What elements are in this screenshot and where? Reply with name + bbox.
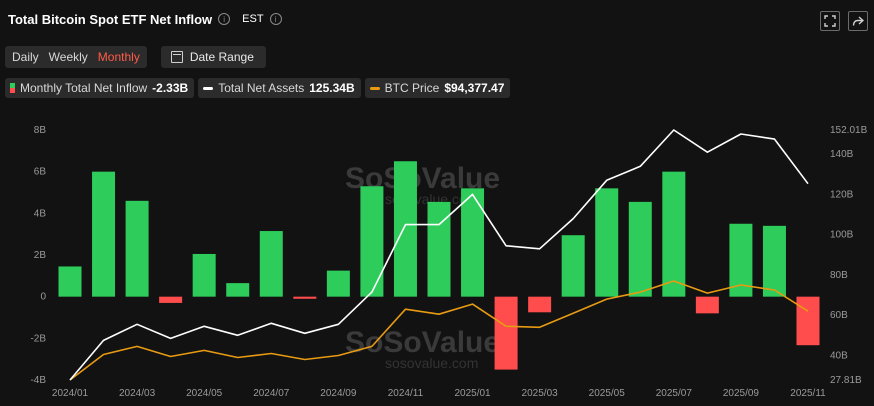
inflow-bar bbox=[762, 225, 786, 297]
line-swatch-icon bbox=[369, 86, 380, 90]
inflow-bar bbox=[796, 296, 820, 346]
right-axis: 152.01B 140B 120B 100B 80B 60B 40B 27.81B bbox=[830, 125, 868, 386]
legend-item-total-net-assets[interactable]: Total Net Assets 125.34B bbox=[198, 78, 361, 98]
top-toolbar bbox=[820, 11, 868, 31]
info-icon[interactable]: i bbox=[218, 13, 231, 25]
timezone-label: EST bbox=[242, 13, 264, 25]
left-axis-tick-label: 4B bbox=[34, 208, 47, 219]
legend-label: Total Net Assets bbox=[218, 81, 305, 95]
watermark-url: sosovalue.com bbox=[385, 355, 478, 371]
inflow-bar bbox=[528, 296, 552, 313]
inflow-bar bbox=[326, 270, 350, 297]
legend-item-net-inflow[interactable]: Monthly Total Net Inflow -2.33B bbox=[5, 78, 195, 98]
left-axis-tick-label: 0 bbox=[40, 292, 46, 303]
date-range-button[interactable]: Date Range bbox=[160, 46, 266, 68]
inflow-bar bbox=[360, 186, 384, 297]
interval-tabs: Daily Weekly Monthly bbox=[5, 46, 147, 68]
x-axis: 2024/01 2024/03 2024/05 2024/07 2024/09 2024/… bbox=[52, 388, 826, 399]
tab-monthly[interactable]: Monthly bbox=[93, 50, 145, 64]
right-axis-tick-label: 40B bbox=[830, 350, 848, 361]
x-axis-tick-label: 2024/03 bbox=[119, 388, 156, 399]
chart-header: Total Bitcoin Spot ETF Net Inflow i EST … bbox=[8, 9, 282, 29]
calendar-icon bbox=[170, 51, 183, 63]
inflow-bar bbox=[192, 253, 216, 297]
inflow-bar bbox=[427, 201, 451, 297]
x-axis-tick-label: 2024/07 bbox=[253, 388, 290, 399]
chart-title: Total Bitcoin Spot ETF Net Inflow bbox=[8, 11, 213, 27]
fullscreen-icon[interactable] bbox=[820, 11, 840, 31]
x-axis-tick-label: 2024/09 bbox=[320, 388, 357, 399]
right-axis-tick-label: 140B bbox=[830, 149, 854, 160]
right-axis-tick-label: 60B bbox=[830, 310, 848, 321]
inflow-bar bbox=[662, 171, 686, 297]
inflow-bar bbox=[125, 200, 149, 297]
legend-label: BTC Price bbox=[384, 81, 440, 95]
x-axis-tick-label: 2025/05 bbox=[589, 388, 626, 399]
inflow-bar bbox=[159, 296, 183, 303]
share-icon[interactable] bbox=[848, 11, 868, 31]
legend-item-btc-price[interactable]: BTC Price $94,377.47 bbox=[364, 78, 511, 98]
x-axis-tick-label: 2024/05 bbox=[186, 388, 223, 399]
x-axis-tick-label: 2025/11 bbox=[790, 388, 826, 399]
inflow-bar bbox=[628, 201, 652, 297]
left-axis-tick-label: -2B bbox=[30, 333, 46, 344]
left-axis-tick-label: 8B bbox=[34, 125, 47, 136]
x-axis-tick-label: 2024/11 bbox=[388, 388, 424, 399]
x-axis-tick-label: 2025/01 bbox=[454, 388, 491, 399]
legend-value: $94,377.47 bbox=[444, 81, 505, 95]
x-axis-tick-label: 2024/01 bbox=[52, 388, 89, 399]
timezone-info-icon[interactable]: i bbox=[269, 13, 282, 25]
left-axis: 8B 6B 4B 2B 0 -2B -4B bbox=[30, 125, 46, 386]
left-axis-tick-label: -4B bbox=[30, 375, 46, 386]
inflow-bar bbox=[393, 161, 417, 297]
right-axis-tick-label: 80B bbox=[830, 270, 848, 281]
bar-swatch-icon bbox=[10, 83, 15, 93]
date-range-label: Date Range bbox=[189, 50, 254, 64]
legend-value: 125.34B bbox=[309, 81, 355, 95]
inflow-bar bbox=[92, 171, 116, 297]
tab-daily[interactable]: Daily bbox=[7, 50, 44, 64]
x-axis-tick-label: 2025/07 bbox=[656, 388, 693, 399]
inflow-bar bbox=[561, 235, 585, 297]
right-axis-tick-label: 27.81B bbox=[830, 375, 862, 386]
inflow-bar bbox=[58, 266, 82, 297]
inflow-bar bbox=[595, 188, 619, 297]
left-axis-tick-label: 2B bbox=[34, 250, 47, 261]
legend: Monthly Total Net Inflow -2.33B Total Ne… bbox=[5, 78, 511, 98]
inflow-bar bbox=[226, 283, 250, 297]
right-axis-tick-label: 152.01B bbox=[830, 125, 868, 136]
left-axis-tick-label: 6B bbox=[34, 167, 47, 178]
x-axis-tick-label: 2025/03 bbox=[522, 388, 559, 399]
x-axis-tick-label: 2025/09 bbox=[723, 388, 760, 399]
controls-row: Daily Weekly Monthly Date Range bbox=[5, 46, 266, 68]
line-swatch-icon bbox=[203, 86, 214, 90]
right-axis-tick-label: 100B bbox=[830, 230, 854, 241]
tab-weekly[interactable]: Weekly bbox=[44, 50, 93, 64]
chart-canvas[interactable]: SoSoValue sosovalue.com SoSoValue sosova… bbox=[0, 110, 874, 406]
legend-label: Monthly Total Net Inflow bbox=[20, 81, 148, 95]
inflow-bar bbox=[259, 231, 283, 297]
legend-value: -2.33B bbox=[152, 81, 189, 95]
inflow-bar bbox=[494, 296, 518, 370]
right-axis-tick-label: 120B bbox=[830, 189, 854, 200]
inflow-bar bbox=[695, 296, 719, 314]
inflow-bar bbox=[293, 296, 317, 299]
inflow-bar bbox=[461, 188, 485, 297]
